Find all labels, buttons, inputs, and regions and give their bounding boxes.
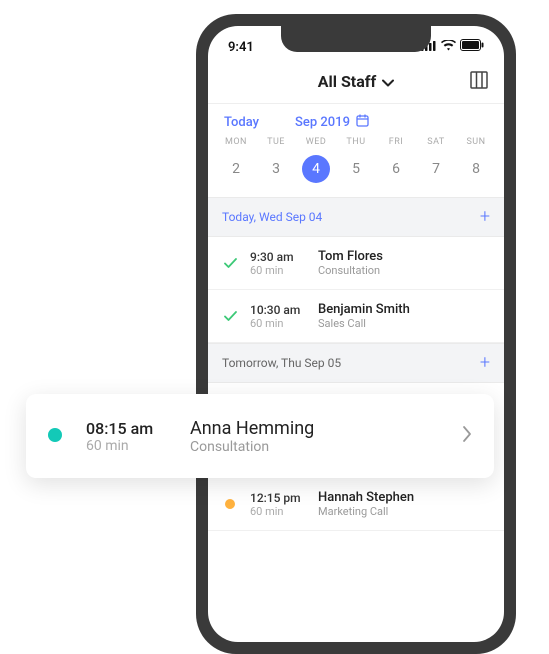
wifi-icon: [441, 40, 456, 55]
status-dot-icon: [48, 427, 62, 446]
day-abbr: WED: [296, 137, 336, 147]
appointment-row[interactable]: 12:15 pm 60 min Hannah Stephen Marketing…: [208, 478, 504, 531]
calendar-icon: [356, 114, 369, 131]
check-icon: [222, 258, 238, 269]
section-label: Today, Wed Sep 04: [222, 210, 322, 224]
appointment-time: 08:15 am: [86, 419, 166, 438]
month-label: Sep 2019: [295, 115, 350, 130]
add-appointment-button[interactable]: +: [480, 354, 490, 372]
client-name: Benjamin Smith: [318, 302, 410, 317]
appointment-type: Consultation: [318, 264, 383, 277]
check-icon: [222, 311, 238, 322]
appointment-duration: 60 min: [86, 438, 166, 454]
appointment-time: 12:15 pm: [250, 491, 306, 505]
appointment-row[interactable]: 10:30 am 60 min Benjamin Smith Sales Cal…: [208, 290, 504, 343]
day-abbr: FRI: [376, 137, 416, 147]
highlighted-appointment-card[interactable]: 08:15 am 60 min Anna Hemming Consultatio…: [26, 394, 494, 478]
details-block: Hannah Stephen Marketing Call: [318, 490, 414, 518]
date-selector-row: Today Sep 2019: [208, 104, 504, 137]
appointment-type: Consultation: [190, 439, 314, 455]
day-col[interactable]: WED 4: [296, 137, 336, 183]
day-number: 7: [422, 155, 450, 183]
appointment-time: 10:30 am: [250, 303, 306, 317]
chevron-right-icon: [462, 425, 472, 447]
day-col[interactable]: TUE 3: [256, 137, 296, 183]
appointment-duration: 60 min: [250, 264, 306, 277]
appointment-time: 9:30 am: [250, 250, 306, 264]
day-number: 6: [382, 155, 410, 183]
day-col[interactable]: FRI 6: [376, 137, 416, 183]
appointment-duration: 60 min: [250, 317, 306, 330]
grid-view-icon[interactable]: [470, 71, 488, 93]
time-block: 9:30 am 60 min: [250, 250, 306, 277]
appointment-duration: 60 min: [250, 505, 306, 518]
appointment-row[interactable]: 9:30 am 60 min Tom Flores Consultation: [208, 237, 504, 290]
chevron-down-icon: [382, 72, 394, 91]
phone-screen: 9:41 All Staff: [208, 26, 504, 642]
day-abbr: THU: [336, 137, 376, 147]
day-abbr: SAT: [416, 137, 456, 147]
day-abbr: SUN: [456, 137, 496, 147]
time-block: 12:15 pm 60 min: [250, 491, 306, 518]
section-label: Tomorrow, Thu Sep 05: [222, 356, 341, 370]
phone-notch: [281, 26, 431, 52]
day-number: 2: [222, 155, 250, 183]
appointment-type: Sales Call: [318, 317, 410, 330]
section-header-today: Today, Wed Sep 04 +: [208, 197, 504, 237]
today-link[interactable]: Today: [224, 115, 259, 130]
day-number: 8: [462, 155, 490, 183]
client-name: Hannah Stephen: [318, 490, 414, 505]
day-number: 5: [342, 155, 370, 183]
day-abbr: TUE: [256, 137, 296, 147]
client-name: Anna Hemming: [190, 418, 314, 439]
day-col[interactable]: MON 2: [216, 137, 256, 183]
staff-selector-label: All Staff: [318, 72, 376, 91]
details-block: Anna Hemming Consultation: [190, 418, 314, 455]
week-row: MON 2 TUE 3 WED 4 THU 5 FRI 6 SAT 7: [208, 137, 504, 197]
day-col[interactable]: THU 5: [336, 137, 376, 183]
time-block: 08:15 am 60 min: [86, 419, 166, 454]
day-col[interactable]: SAT 7: [416, 137, 456, 183]
add-appointment-button[interactable]: +: [480, 208, 490, 226]
day-number: 4: [302, 155, 330, 183]
staff-selector[interactable]: All Staff: [318, 72, 394, 91]
app-header: All Staff: [208, 60, 504, 104]
phone-frame: 9:41 All Staff: [196, 14, 516, 654]
day-abbr: MON: [216, 137, 256, 147]
status-icons: [421, 39, 484, 55]
client-name: Tom Flores: [318, 249, 383, 264]
section-header-tomorrow: Tomorrow, Thu Sep 05 +: [208, 343, 504, 383]
appointment-type: Marketing Call: [318, 505, 414, 518]
status-dot-icon: [222, 499, 238, 509]
status-time: 9:41: [228, 40, 254, 55]
battery-icon: [460, 39, 484, 55]
day-number: 3: [262, 155, 290, 183]
details-block: Tom Flores Consultation: [318, 249, 383, 277]
time-block: 10:30 am 60 min: [250, 303, 306, 330]
month-selector[interactable]: Sep 2019: [295, 114, 369, 131]
day-col[interactable]: SUN 8: [456, 137, 496, 183]
details-block: Benjamin Smith Sales Call: [318, 302, 410, 330]
